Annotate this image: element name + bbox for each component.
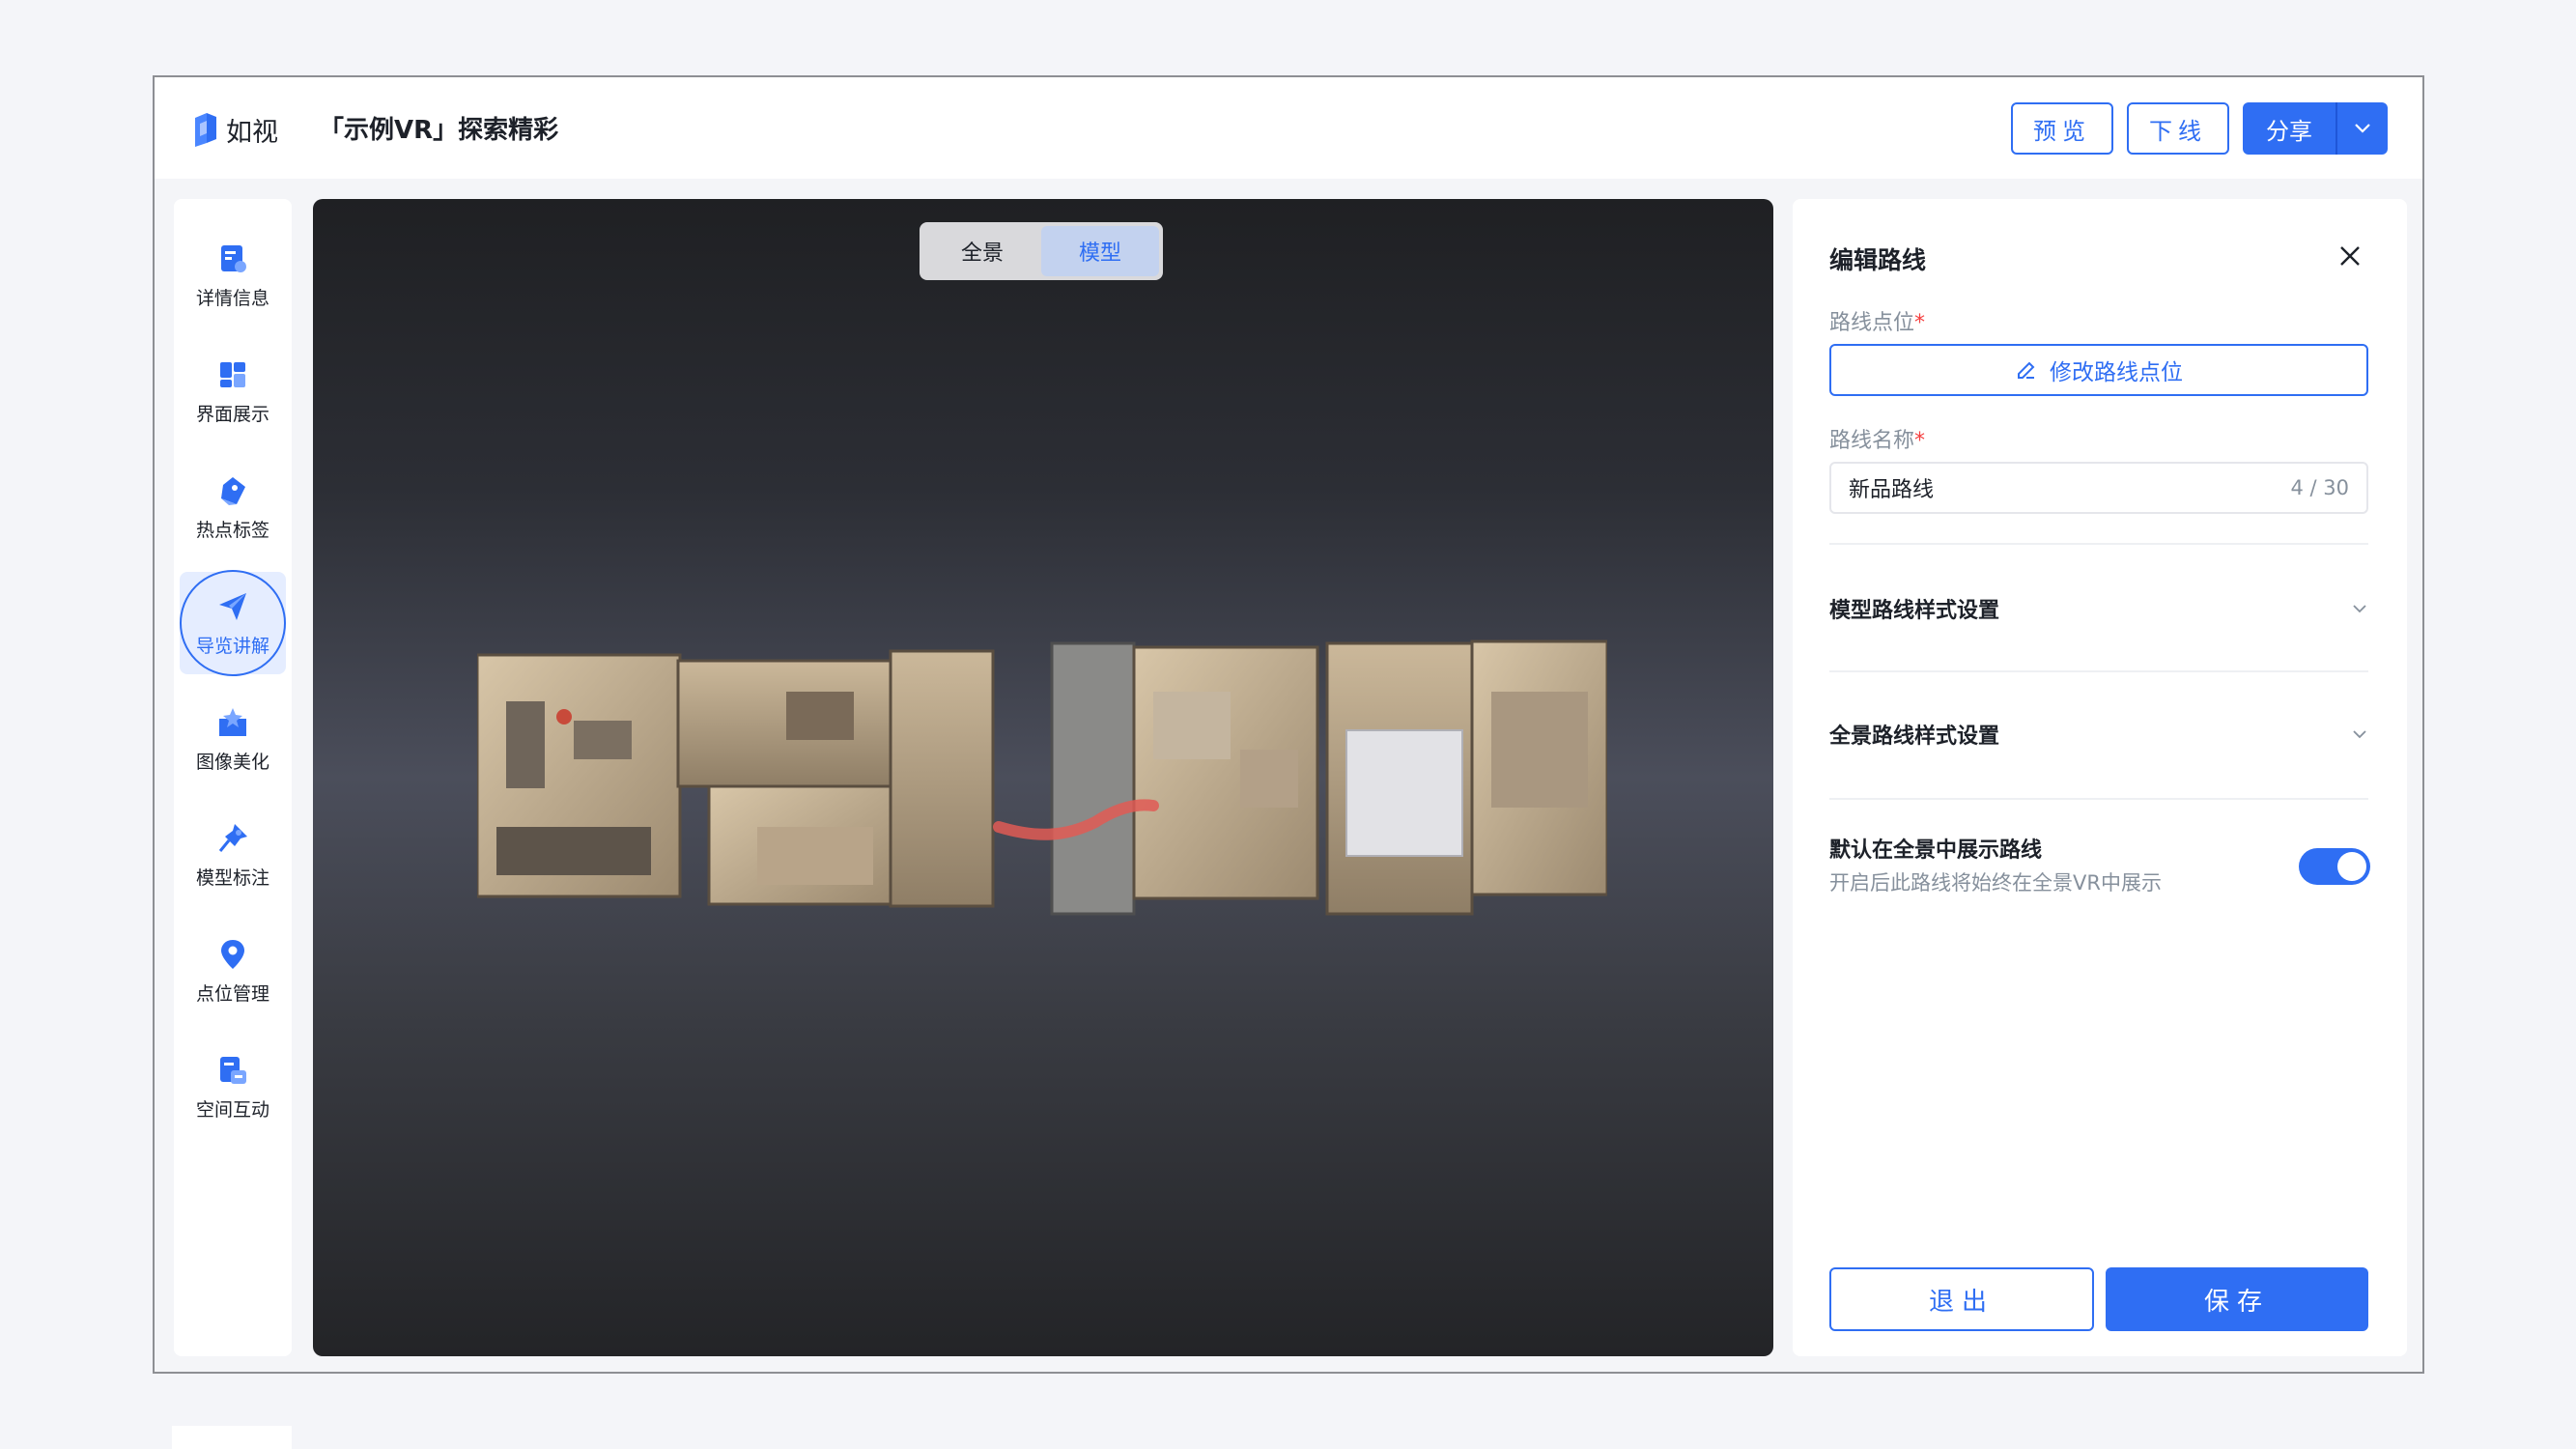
exit-button[interactable]: 退出 bbox=[1829, 1267, 2094, 1331]
background-card-edge bbox=[172, 1426, 292, 1449]
required-mark: * bbox=[1914, 311, 1926, 335]
sidebar-item-model-annotation[interactable]: 模型标注 bbox=[180, 804, 286, 906]
preview-button[interactable]: 预览 bbox=[2011, 102, 2113, 155]
default-show-route-toggle[interactable] bbox=[2299, 848, 2370, 885]
chevron-down-icon bbox=[2353, 730, 2366, 739]
sidebar: 详情信息 界面展示 热点标签 导览讲解 图像美化 模型标注 点位管理 空间互动 bbox=[174, 199, 292, 1356]
edit-route-points-label: 修改路线点位 bbox=[2050, 360, 2183, 385]
sidebar-item-points[interactable]: 点位管理 bbox=[180, 920, 286, 1022]
interface-icon bbox=[220, 361, 245, 387]
share-button[interactable]: 分享 bbox=[2243, 102, 2335, 155]
active-ring bbox=[180, 570, 286, 676]
room-center bbox=[889, 649, 995, 908]
logo-text: 如视 bbox=[226, 117, 278, 148]
view-mode-toggle: 全景 模型 bbox=[920, 222, 1163, 280]
logo-icon bbox=[195, 113, 216, 147]
offline-button[interactable]: 下线 bbox=[2127, 102, 2229, 155]
panorama-route-style-section[interactable]: 全景路线样式设置 bbox=[1829, 715, 2368, 753]
image-enhance-icon bbox=[219, 707, 246, 736]
panel-title: 编辑路线 bbox=[1829, 246, 1927, 274]
route-points-label: 路线点位* bbox=[1829, 311, 1926, 335]
panorama-mode-option[interactable]: 全景 bbox=[923, 226, 1041, 276]
hotspot-tag-icon bbox=[221, 476, 245, 505]
pin-icon bbox=[218, 823, 247, 852]
sidebar-item-label: 空间互动 bbox=[195, 1098, 269, 1121]
app-logo[interactable]: 如视 bbox=[191, 108, 278, 151]
editor-window: 如视 「示例VR」探索精彩 预览 下线 分享 详情信息 界面展示 热点标签 导览… bbox=[153, 75, 2424, 1374]
project-title: 「示例VR」探索精彩 bbox=[319, 116, 559, 145]
sidebar-item-label: 点位管理 bbox=[195, 982, 269, 1005]
chevron-down-icon bbox=[2355, 124, 2370, 133]
sidebar-item-label: 模型标注 bbox=[195, 867, 269, 889]
divider bbox=[1829, 798, 2368, 800]
divider bbox=[1829, 543, 2368, 545]
edit-route-panel: 编辑路线 路线点位* 修改路线点位 路线名称* 新品路线 4 / 30 模型路线… bbox=[1793, 199, 2407, 1356]
top-actions: 预览 下线 分享 bbox=[2011, 102, 2388, 155]
default-show-route-title: 默认在全景中展示路线 bbox=[1829, 838, 2043, 863]
sidebar-item-image-enhance[interactable]: 图像美化 bbox=[180, 688, 286, 790]
edit-pencil-icon bbox=[2018, 361, 2035, 379]
share-dropdown-button[interactable] bbox=[2335, 102, 2388, 155]
route-name-counter: 4 / 30 bbox=[2290, 476, 2349, 499]
hallway bbox=[1050, 641, 1136, 916]
sidebar-item-interface[interactable]: 界面展示 bbox=[180, 340, 286, 442]
sidebar-item-details[interactable]: 详情信息 bbox=[180, 224, 286, 327]
route-name-label: 路线名称* bbox=[1829, 429, 1926, 453]
sidebar-item-space-interaction[interactable]: 空间互动 bbox=[180, 1036, 286, 1138]
model-mode-option[interactable]: 模型 bbox=[1041, 226, 1159, 276]
model-route-style-section[interactable]: 模型路线样式设置 bbox=[1829, 589, 2368, 628]
sidebar-item-hotspot[interactable]: 热点标签 bbox=[180, 456, 286, 558]
3d-floorplan-model[interactable] bbox=[477, 634, 1607, 923]
sidebar-item-label: 图像美化 bbox=[195, 751, 269, 773]
details-icon bbox=[221, 244, 246, 272]
sidebar-item-navigation[interactable]: 导览讲解 bbox=[180, 570, 286, 676]
sidebar-item-label: 界面展示 bbox=[195, 403, 269, 425]
required-mark: * bbox=[1914, 429, 1926, 453]
sidebar-item-label: 详情信息 bbox=[195, 287, 269, 309]
save-button[interactable]: 保存 bbox=[2106, 1267, 2368, 1331]
route-name-value: 新品路线 bbox=[1849, 478, 1935, 502]
room-center-left bbox=[676, 659, 892, 788]
location-icon bbox=[221, 939, 244, 969]
section-title: 全景路线样式设置 bbox=[1829, 724, 2000, 749]
model-viewport[interactable]: 全景 模型 bbox=[313, 199, 1773, 1356]
edit-route-points-button[interactable]: 修改路线点位 bbox=[1829, 344, 2368, 396]
default-show-route-description: 开启后此路线将始终在全景VR中展示 bbox=[1829, 871, 2162, 895]
top-bar: 如视 「示例VR」探索精彩 预览 下线 分享 bbox=[155, 77, 2422, 179]
section-title: 模型路线样式设置 bbox=[1829, 599, 2000, 623]
chevron-down-icon bbox=[2353, 605, 2366, 613]
divider bbox=[1829, 670, 2368, 672]
route-name-input[interactable]: 新品路线 4 / 30 bbox=[1829, 462, 2368, 514]
close-icon[interactable] bbox=[2335, 242, 2364, 270]
toggle-knob bbox=[2337, 852, 2366, 881]
space-interaction-icon bbox=[220, 1056, 246, 1084]
sidebar-item-label: 热点标签 bbox=[195, 519, 269, 541]
